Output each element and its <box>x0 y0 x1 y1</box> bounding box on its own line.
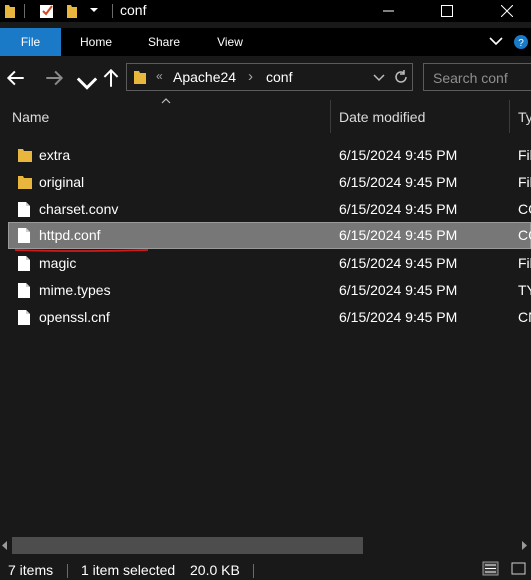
new-folder-icon[interactable] <box>66 3 78 19</box>
navigation-bar: « Apache24 › conf Search conf <box>0 56 531 98</box>
file-type: CC <box>518 201 531 217</box>
file-date: 6/15/2024 9:45 PM <box>339 309 458 325</box>
file-name: charset.conv <box>39 201 119 217</box>
status-bar: 7 items 1 item selected 20.0 KB <box>0 556 531 580</box>
status-item-count: 7 items <box>8 562 54 578</box>
column-header-name[interactable]: Name <box>12 109 49 125</box>
toolbar-divider <box>112 4 113 18</box>
file-row[interactable]: magic 6/15/2024 9:45 PM Fil <box>0 250 531 277</box>
properties-icon[interactable] <box>39 3 55 19</box>
folder-icon <box>18 149 32 162</box>
scroll-right-icon[interactable] <box>522 541 528 550</box>
horizontal-scrollbar[interactable] <box>0 536 531 556</box>
tab-home[interactable]: Home <box>66 28 126 56</box>
column-header-type[interactable]: Ty <box>518 109 531 125</box>
column-divider[interactable] <box>509 100 510 133</box>
folder-icon <box>134 71 146 84</box>
large-icons-view-icon[interactable] <box>510 561 527 576</box>
expand-ribbon-icon[interactable] <box>489 37 503 46</box>
breadcrumb-separator[interactable]: › <box>248 68 253 85</box>
file-row[interactable]: openssl.cnf 6/15/2024 9:45 PM CN <box>0 304 531 331</box>
column-headers: Name Date modified Ty <box>0 98 531 135</box>
file-icon <box>18 310 30 325</box>
search-input[interactable]: Search conf <box>423 63 531 91</box>
folder-icon <box>18 176 32 189</box>
title-bar: conf <box>0 0 531 22</box>
tab-share[interactable]: Share <box>136 28 192 56</box>
file-date: 6/15/2024 9:45 PM <box>339 227 458 243</box>
minimize-icon <box>383 10 394 12</box>
scrollbar-thumb[interactable] <box>12 537 363 554</box>
maximize-button[interactable] <box>424 0 470 22</box>
minimize-button[interactable] <box>366 0 412 22</box>
breadcrumb-apache24[interactable]: Apache24 <box>173 69 236 85</box>
file-type: CC <box>518 227 531 243</box>
scroll-left-icon[interactable] <box>2 541 8 550</box>
file-row[interactable]: mime.types 6/15/2024 9:45 PM TY <box>0 277 531 304</box>
column-divider[interactable] <box>330 100 331 133</box>
status-divider <box>67 564 68 578</box>
address-bar[interactable]: « Apache24 › conf <box>126 63 413 91</box>
file-row[interactable]: charset.conv 6/15/2024 9:45 PM CC <box>0 196 531 223</box>
sort-ascending-icon <box>161 98 171 104</box>
recent-locations-icon[interactable] <box>76 73 98 95</box>
file-type: CN <box>518 309 531 325</box>
customize-toolbar-icon[interactable] <box>90 8 98 14</box>
file-type: Fil <box>518 255 531 271</box>
status-divider <box>253 564 254 578</box>
file-row[interactable]: original 6/15/2024 9:45 PM Fil <box>0 169 531 196</box>
file-type: Fil <box>518 174 531 190</box>
details-view-icon[interactable] <box>482 561 499 576</box>
up-arrow-icon[interactable] <box>100 67 122 89</box>
file-name: extra <box>39 147 71 163</box>
tab-view[interactable]: View <box>203 28 257 56</box>
file-name: mime.types <box>39 282 111 298</box>
file-date: 6/15/2024 9:45 PM <box>339 201 458 217</box>
column-header-date-modified[interactable]: Date modified <box>339 109 425 125</box>
file-icon <box>18 228 30 243</box>
file-name: original <box>39 174 85 190</box>
file-icon <box>18 283 30 298</box>
file-date: 6/15/2024 9:45 PM <box>339 147 458 163</box>
refresh-icon[interactable] <box>393 69 409 85</box>
file-row-selected[interactable]: httpd.conf 6/15/2024 9:45 PM CC <box>8 222 531 249</box>
file-type: Fil <box>518 147 531 163</box>
annotation-underline <box>14 249 149 252</box>
status-selection: 1 item selected <box>81 562 176 578</box>
file-row[interactable]: extra 6/15/2024 9:45 PM Fil <box>0 142 531 169</box>
address-dropdown-icon[interactable] <box>373 74 385 82</box>
file-date: 6/15/2024 9:45 PM <box>339 174 458 190</box>
file-date: 6/15/2024 9:45 PM <box>339 255 458 271</box>
file-type: TY <box>518 282 531 298</box>
window-title: conf <box>120 2 147 18</box>
file-name: httpd.conf <box>39 227 101 243</box>
status-size: 20.0 KB <box>190 562 240 578</box>
breadcrumb-conf[interactable]: conf <box>266 69 292 85</box>
file-icon <box>18 202 30 217</box>
file-icon <box>18 256 30 271</box>
forward-arrow-icon[interactable] <box>43 67 65 89</box>
close-icon <box>501 5 513 17</box>
ribbon-tabs: File Home Share View ? <box>0 28 531 56</box>
breadcrumb-overflow[interactable]: « <box>156 69 163 83</box>
folder-icon[interactable] <box>4 3 16 19</box>
svg-text:?: ? <box>518 38 524 49</box>
close-button[interactable] <box>484 0 530 22</box>
back-arrow-icon[interactable] <box>5 67 27 89</box>
maximize-icon <box>441 5 453 17</box>
help-icon[interactable]: ? <box>512 34 531 50</box>
search-placeholder: Search conf <box>433 70 508 86</box>
tab-file[interactable]: File <box>0 28 61 56</box>
file-name: openssl.cnf <box>39 309 110 325</box>
file-name: magic <box>39 255 77 271</box>
toolbar-divider <box>24 4 25 18</box>
file-date: 6/15/2024 9:45 PM <box>339 282 458 298</box>
